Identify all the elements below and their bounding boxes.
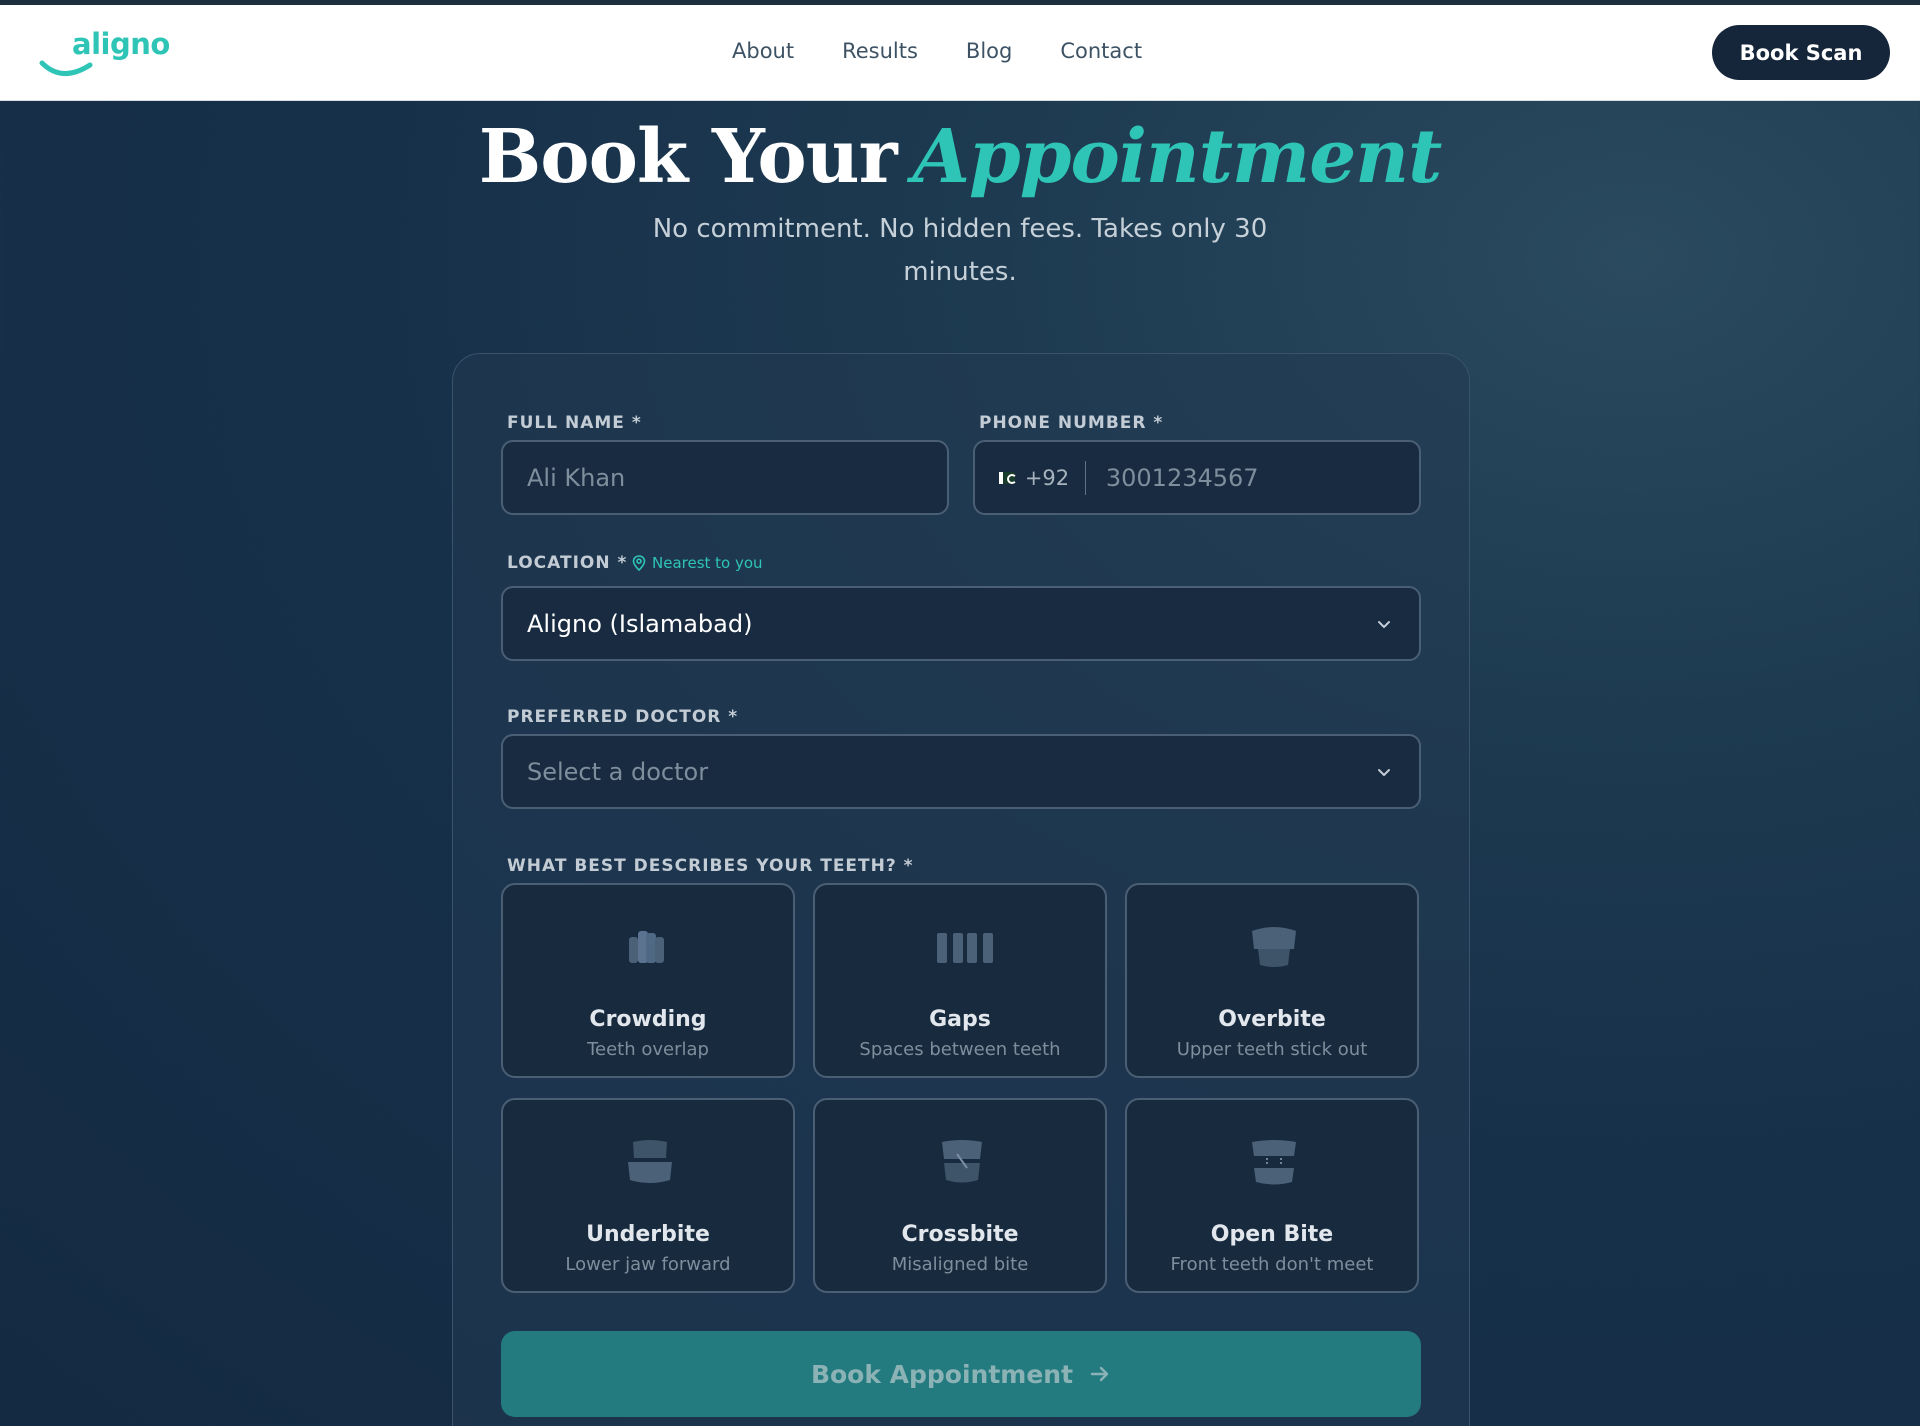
- full-name-input[interactable]: [503, 463, 947, 492]
- country-code[interactable]: +92: [1025, 466, 1069, 490]
- location-label: LOCATION *: [507, 553, 628, 573]
- tile-title: Underbite: [586, 1222, 710, 1247]
- doctor-select[interactable]: Select a doctor: [501, 734, 1421, 809]
- phone-number-label: PHONE NUMBER *: [979, 413, 1164, 433]
- crowding-teeth-icon: [629, 931, 664, 963]
- tile-title: Crowding: [589, 1007, 707, 1032]
- tile-subtitle: Misaligned bite: [891, 1254, 1029, 1275]
- teeth-option-open-bite[interactable]: Open Bite Front teeth don't meet: [1125, 1098, 1419, 1293]
- gaps-teeth-icon: [937, 933, 993, 963]
- main-nav: About Results Blog Contact: [732, 39, 1190, 63]
- nav-link-blog[interactable]: Blog: [966, 39, 1012, 63]
- top-navbar: aligno About Results Blog Contact Book S…: [0, 5, 1920, 101]
- location-select[interactable]: Aligno (Islamabad): [501, 586, 1421, 661]
- chevron-down-icon: [1378, 768, 1390, 776]
- location-selected-value: Aligno (Islamabad): [527, 609, 753, 638]
- book-appointment-button[interactable]: Book Appointment: [501, 1331, 1421, 1417]
- tile-subtitle: Front teeth don't meet: [1170, 1254, 1374, 1275]
- teeth-option-overbite[interactable]: Overbite Upper teeth stick out: [1125, 883, 1419, 1078]
- nearest-hint: Nearest to you: [632, 554, 763, 572]
- phone-number-field: +92: [973, 440, 1421, 515]
- tile-title: Gaps: [929, 1007, 991, 1032]
- teeth-option-gaps[interactable]: Gaps Spaces between teeth: [813, 883, 1107, 1078]
- doctor-placeholder: Select a doctor: [527, 757, 709, 786]
- underbite-icon: [628, 1140, 672, 1183]
- arrow-right-icon: [1090, 1366, 1109, 1382]
- tile-title: Overbite: [1218, 1007, 1326, 1032]
- tile-subtitle: Lower jaw forward: [565, 1254, 731, 1275]
- preferred-doctor-label: PREFERRED DOCTOR *: [507, 707, 739, 727]
- pakistan-flag-icon: [999, 471, 1017, 484]
- tile-title: Crossbite: [901, 1222, 1019, 1247]
- tile-subtitle: Upper teeth stick out: [1176, 1039, 1368, 1060]
- page-title-main: Book Your: [478, 114, 898, 200]
- page-title: Book Your Appointment: [0, 114, 1920, 200]
- nav-link-about[interactable]: About: [732, 39, 794, 63]
- tile-title: Open Bite: [1210, 1222, 1334, 1247]
- teeth-option-crowding[interactable]: Crowding Teeth overlap: [501, 883, 795, 1078]
- nav-link-contact[interactable]: Contact: [1060, 39, 1142, 63]
- book-scan-button[interactable]: Book Scan: [1712, 25, 1890, 80]
- phone-number-input[interactable]: [1085, 463, 1419, 492]
- page-title-accent: Appointment: [912, 114, 1443, 200]
- page-subtitle: No commitment. No hidden fees. Takes onl…: [652, 214, 1268, 287]
- overbite-icon: [1252, 927, 1296, 967]
- full-name-label: FULL NAME *: [507, 413, 642, 433]
- crossbite-icon: [942, 1140, 982, 1183]
- book-appointment-label: Book Appointment: [810, 1359, 1074, 1389]
- full-name-field: [501, 440, 949, 515]
- teeth-option-crossbite[interactable]: Crossbite Misaligned bite: [813, 1098, 1107, 1293]
- nearest-hint-text: Nearest to you: [652, 554, 763, 572]
- chevron-down-icon: [1378, 620, 1390, 628]
- tile-subtitle: Teeth overlap: [587, 1039, 709, 1060]
- teeth-description-label: WHAT BEST DESCRIBES YOUR TEETH? *: [507, 856, 914, 876]
- teeth-option-underbite[interactable]: Underbite Lower jaw forward: [501, 1098, 795, 1293]
- aligno-logo[interactable]: aligno: [38, 27, 170, 83]
- map-pin-icon: [632, 555, 646, 571]
- open-bite-icon: [1252, 1140, 1296, 1185]
- logo-wordmark: aligno: [72, 27, 170, 61]
- nav-link-results[interactable]: Results: [842, 39, 918, 63]
- tile-subtitle: Spaces between teeth: [859, 1039, 1061, 1060]
